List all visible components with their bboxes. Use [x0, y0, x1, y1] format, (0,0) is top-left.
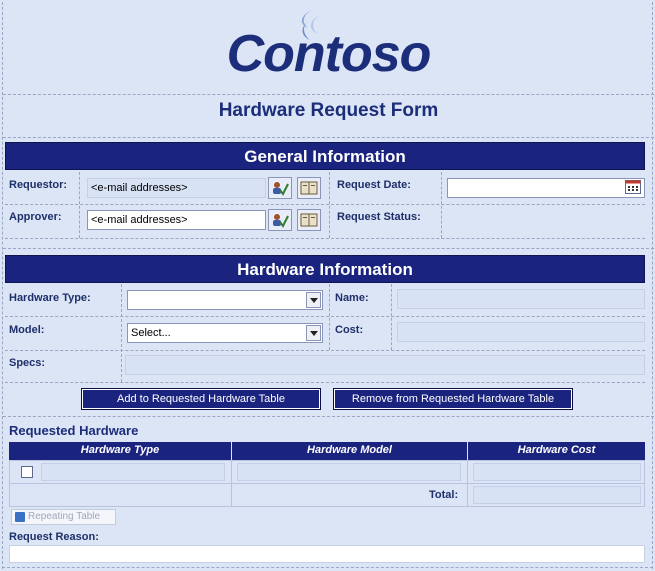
address-book-check-icon [273, 182, 289, 196]
divider [329, 284, 330, 350]
chevron-down-icon [306, 292, 321, 308]
contoso-logo: Contoso [226, 25, 432, 83]
divider [5, 316, 645, 317]
repeating-table-label: Repeating Table [28, 511, 101, 522]
name-label: Name: [335, 292, 369, 304]
address-book-check-icon [273, 214, 289, 228]
add-to-table-button[interactable]: Add to Requested Hardware Table [81, 388, 321, 410]
divider [3, 248, 654, 249]
address-book-icon [300, 213, 318, 227]
row-select-checkbox[interactable] [21, 466, 33, 478]
row-hardware-cost-field[interactable] [473, 463, 641, 481]
divider [391, 284, 392, 350]
divider [121, 284, 122, 382]
cost-field[interactable] [397, 322, 645, 342]
divider [3, 94, 654, 95]
general-information-heading: General Information [5, 142, 645, 170]
address-book-icon [300, 181, 318, 195]
page-title: Hardware Request Form [218, 100, 439, 121]
divider [5, 238, 645, 239]
model-value: Select... [131, 327, 171, 339]
model-label: Model: [9, 324, 45, 336]
request-date-field[interactable] [447, 178, 645, 198]
divider [329, 172, 330, 238]
divider [5, 382, 645, 383]
divider [5, 350, 645, 351]
address-book-button[interactable] [297, 177, 321, 199]
requested-hardware-title: Requested Hardware [9, 423, 139, 438]
calendar-icon[interactable] [625, 180, 641, 194]
chevron-down-icon [306, 325, 321, 341]
specs-label: Specs: [9, 357, 46, 369]
form-frame: Contoso Hardware Request Form General In… [2, 2, 654, 569]
requestor-label: Requestor: [9, 179, 68, 191]
total-label: Total: [429, 489, 459, 501]
divider [3, 416, 654, 417]
address-book-button[interactable] [297, 209, 321, 231]
cost-label: Cost: [335, 324, 364, 336]
request-reason-label: Request Reason: [9, 531, 99, 543]
remove-from-table-button[interactable]: Remove from Requested Hardware Table [333, 388, 573, 410]
request-status-label: Request Status: [337, 211, 421, 223]
column-header-hardware-type: Hardware Type [9, 442, 231, 460]
model-dropdown[interactable]: Select... [127, 323, 323, 343]
divider [5, 204, 645, 205]
table-footer [9, 483, 232, 507]
repeating-table-icon [15, 512, 25, 522]
divider [79, 172, 80, 238]
column-header-hardware-cost: Hardware Cost [468, 442, 645, 460]
divider [2, 567, 653, 568]
specs-field[interactable] [125, 355, 645, 375]
hardware-type-dropdown[interactable] [127, 290, 323, 310]
divider [3, 137, 654, 138]
approver-label: Approver: [9, 211, 62, 223]
requestor-field[interactable]: <e-mail addresses> [87, 178, 266, 198]
row-hardware-model-field[interactable] [237, 463, 461, 481]
check-names-button[interactable] [268, 209, 292, 231]
request-reason-field[interactable] [9, 545, 645, 563]
column-header-hardware-model: Hardware Model [232, 442, 467, 460]
logo-area: Contoso [3, 2, 654, 94]
request-date-label: Request Date: [337, 179, 411, 191]
row-hardware-type-field[interactable] [41, 463, 225, 481]
total-cost-field[interactable] [473, 486, 641, 504]
hardware-information-heading: Hardware Information [5, 255, 645, 283]
repeating-table-tab[interactable]: Repeating Table [11, 509, 116, 525]
divider [441, 172, 442, 238]
hardware-type-label: Hardware Type: [9, 292, 91, 304]
name-field[interactable] [397, 289, 645, 309]
check-names-button[interactable] [268, 177, 292, 199]
approver-field[interactable]: <e-mail addresses> [87, 210, 266, 230]
